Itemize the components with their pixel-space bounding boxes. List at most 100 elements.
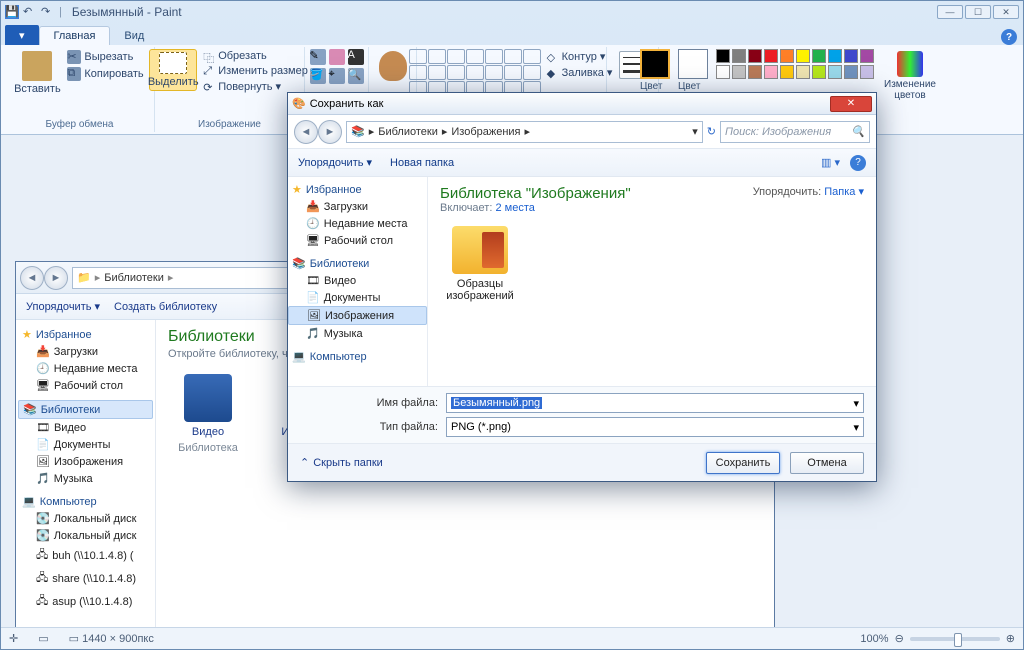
tree-item[interactable]: 📥 Загрузки <box>288 198 427 215</box>
forward-button[interactable]: ► <box>44 266 68 290</box>
filename-input[interactable]: Безымянный.png▾ <box>446 393 864 413</box>
tree-item[interactable]: 🕘 Недавние места <box>18 360 153 377</box>
tab-view[interactable]: Вид <box>110 27 158 45</box>
color2-swatch[interactable] <box>678 49 708 79</box>
tree-item[interactable]: 🖧 buh (\\10.1.4.8) ( <box>18 544 153 567</box>
eraser-icon[interactable] <box>329 49 345 65</box>
tree-item[interactable]: 🎞 Видео <box>288 272 427 289</box>
redo-icon[interactable]: ↷ <box>41 5 55 19</box>
color1-swatch[interactable] <box>640 49 670 79</box>
organize-menu[interactable]: Упорядочить ▾ <box>26 300 100 313</box>
dlg-forward[interactable]: ► <box>318 120 342 144</box>
save-button[interactable]: Сохранить <box>706 452 780 474</box>
tree-item[interactable]: 🎵 Музыка <box>18 470 153 487</box>
shape-outline[interactable]: ◇Контур▾ <box>545 49 615 64</box>
paste-button[interactable]: Вставить <box>13 49 61 97</box>
tree-item-selected[interactable]: 🖼 Изображения <box>288 306 427 325</box>
back-button[interactable]: ◄ <box>20 266 44 290</box>
tree-item[interactable]: 🕘 Недавние места <box>288 215 427 232</box>
file-menu[interactable]: ▾ <box>5 25 39 45</box>
dlg-help-icon[interactable]: ? <box>850 155 866 171</box>
palette-color[interactable] <box>860 65 874 79</box>
cancel-button[interactable]: Отмена <box>790 452 864 474</box>
resize-button[interactable]: ⤢Изменить размер <box>201 64 310 78</box>
filetype-select[interactable]: PNG (*.png)▾ <box>446 417 864 437</box>
tab-home[interactable]: Главная <box>39 26 111 45</box>
view-mode-icon[interactable]: ▥ ▾ <box>821 156 840 169</box>
pencil-icon[interactable]: ✎ <box>310 49 326 65</box>
palette-color[interactable] <box>796 49 810 63</box>
crop-button[interactable]: ⿻Обрезать <box>201 49 310 63</box>
new-library[interactable]: Создать библиотеку <box>114 301 217 313</box>
refresh-icon[interactable]: ↻ <box>707 125 716 138</box>
tree-item[interactable]: 🖥 Рабочий стол <box>288 232 427 249</box>
color-palette[interactable] <box>716 49 874 79</box>
copy-button[interactable]: ⧉Копировать <box>65 66 145 82</box>
quick-access: 💾 ↶ ↷ <box>5 5 55 19</box>
arrange-dropdown[interactable]: Папка ▾ <box>824 186 864 198</box>
dialog-close-button[interactable]: ✕ <box>830 96 872 112</box>
tree-item[interactable]: 💽 Локальный диск <box>18 527 153 544</box>
palette-color[interactable] <box>844 49 858 63</box>
tree-item[interactable]: 🎵 Музыка <box>288 325 427 342</box>
undo-icon[interactable]: ↶ <box>23 5 37 19</box>
zoom-slider[interactable] <box>910 637 1000 641</box>
group-clipboard: Буфер обмена <box>5 119 154 130</box>
hide-folders-toggle[interactable]: ⌃Скрыть папки <box>300 456 383 469</box>
dlg-newfolder[interactable]: Новая папка <box>390 157 454 169</box>
zoom-in[interactable]: ⊕ <box>1006 632 1015 645</box>
tree-item[interactable]: 📄 Документы <box>288 289 427 306</box>
search-input[interactable]: Поиск: Изображения🔍 <box>720 121 870 143</box>
palette-color[interactable] <box>812 65 826 79</box>
folder-icon <box>452 226 508 274</box>
magnifier-icon[interactable]: 🔍 <box>348 68 364 84</box>
palette-color[interactable] <box>716 65 730 79</box>
close-button[interactable]: ✕ <box>993 5 1019 19</box>
shape-fill[interactable]: ◆Заливка▾ <box>545 65 615 80</box>
palette-color[interactable] <box>812 49 826 63</box>
tree-item[interactable]: 📥 Загрузки <box>18 343 153 360</box>
palette-color[interactable] <box>844 65 858 79</box>
minimize-button[interactable]: — <box>937 5 963 19</box>
tree-item[interactable]: 🖥 Рабочий стол <box>18 377 153 394</box>
save-icon[interactable]: 💾 <box>5 5 19 19</box>
fill-icon[interactable]: 🪣 <box>310 68 326 84</box>
palette-color[interactable] <box>732 49 746 63</box>
shapes-gallery[interactable] <box>409 49 541 96</box>
dlg-back[interactable]: ◄ <box>294 120 318 144</box>
dlg-organize[interactable]: Упорядочить ▾ <box>298 156 372 169</box>
palette-color[interactable] <box>732 65 746 79</box>
edit-colors-button[interactable]: Изменение цветов <box>882 49 938 103</box>
library-item[interactable]: Видео Библиотека <box>168 374 248 454</box>
palette-color[interactable] <box>828 49 842 63</box>
dlg-heading: Библиотека "Изображения" <box>440 185 631 202</box>
palette-color[interactable] <box>748 65 762 79</box>
cut-button[interactable]: ✂Вырезать <box>65 49 145 65</box>
help-icon[interactable]: ? <box>1001 29 1017 45</box>
maximize-button[interactable]: ☐ <box>965 5 991 19</box>
palette-color[interactable] <box>860 49 874 63</box>
dlg-breadcrumb[interactable]: 📚▸Библиотеки▸Изображения▸ ▾ <box>346 121 703 143</box>
palette-color[interactable] <box>780 49 794 63</box>
select-button[interactable]: Выделить <box>149 49 197 91</box>
text-icon[interactable]: A <box>348 49 364 65</box>
group-image: Изображение <box>155 119 304 130</box>
palette-color[interactable] <box>716 49 730 63</box>
tree-item[interactable]: 🎞 Видео <box>18 419 153 436</box>
zoom-out[interactable]: ⊖ <box>895 632 904 645</box>
palette-color[interactable] <box>748 49 762 63</box>
picker-icon[interactable]: ⌖ <box>329 68 345 84</box>
tree-item[interactable]: 🖧 share (\\10.1.4.8) <box>18 567 153 590</box>
includes-link[interactable]: 2 места <box>495 202 534 214</box>
tree-item[interactable]: 💽 Локальный диск <box>18 510 153 527</box>
palette-color[interactable] <box>764 65 778 79</box>
folder-item[interactable]: Образцы изображений <box>440 226 520 302</box>
tree-item[interactable]: 📄 Документы <box>18 436 153 453</box>
palette-color[interactable] <box>764 49 778 63</box>
palette-color[interactable] <box>796 65 810 79</box>
zoom-value: 100% <box>860 633 888 645</box>
tree-item[interactable]: 🖼 Изображения <box>18 453 153 470</box>
palette-color[interactable] <box>828 65 842 79</box>
palette-color[interactable] <box>780 65 794 79</box>
tree-item[interactable]: 🖧 asup (\\10.1.4.8) <box>18 590 153 613</box>
